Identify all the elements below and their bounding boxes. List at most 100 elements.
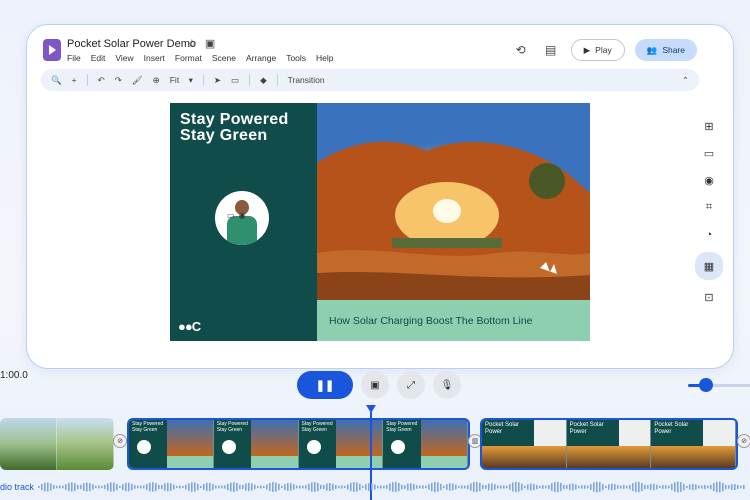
- redo-icon[interactable]: ↷: [115, 75, 122, 86]
- menu-edit[interactable]: Edit: [91, 53, 106, 63]
- zoom-slider-track[interactable]: [712, 384, 750, 387]
- waveform-bar: [128, 482, 130, 492]
- slide-canvas[interactable]: Stay Powered Stay Green ▭ ◉ ●●C How Sola…: [170, 103, 590, 341]
- waveform-bar: [557, 481, 559, 493]
- shapes-icon[interactable]: ◔: [697, 225, 721, 244]
- image-gallery-icon[interactable]: ▦: [695, 252, 723, 280]
- record-dot-icon[interactable]: ◉: [239, 211, 246, 220]
- menu-file[interactable]: File: [67, 53, 81, 63]
- clip-thumbnail: Stay Powered Stay Green: [383, 420, 468, 468]
- transition-handle-icon[interactable]: ⊘: [737, 434, 750, 448]
- waveform-bar: [356, 482, 358, 492]
- waveform-bar: [191, 482, 193, 492]
- collapse-icon[interactable]: ⌃: [682, 75, 689, 86]
- waveform-bar: [203, 484, 205, 490]
- waveform-bar: [236, 482, 238, 492]
- waveform-bar: [599, 482, 601, 492]
- waveform-bar: [680, 482, 682, 492]
- add-voice-icon[interactable]: 🎙: [433, 371, 461, 399]
- cursor-icon[interactable]: ➤: [214, 75, 221, 86]
- camera-icon[interactable]: ▭: [227, 211, 235, 220]
- waveform-bar: [392, 482, 394, 492]
- waveform-bar: [413, 483, 415, 491]
- menu-view[interactable]: View: [115, 53, 133, 63]
- comments-icon[interactable]: ▤: [541, 40, 561, 60]
- comment-icon[interactable]: ▭: [231, 75, 239, 86]
- add-icon[interactable]: +: [72, 75, 77, 85]
- timeline[interactable]: ⊘ Stay Powered Stay Green Stay Powered Sta…: [0, 416, 750, 472]
- thumb-text-line1: Pocket Solar: [485, 422, 520, 428]
- fill-color-icon[interactable]: ◆: [260, 75, 267, 86]
- paint-format-icon[interactable]: 🖌: [132, 75, 143, 86]
- menu-help[interactable]: Help: [316, 53, 333, 63]
- menu-arrange[interactable]: Arrange: [246, 53, 276, 63]
- audio-waveform[interactable]: [38, 478, 750, 496]
- star-icon[interactable]: ☆: [187, 37, 197, 50]
- search-icon[interactable]: 🔍: [51, 75, 62, 86]
- waveform-bar: [326, 483, 328, 491]
- timeline-clip-title[interactable]: Pocket Solar Power Pocket Solar Power Pock…: [480, 418, 738, 470]
- thumb-text-line2: Stay Green: [386, 426, 412, 433]
- waveform-bar: [587, 485, 589, 489]
- slide-title[interactable]: Stay Powered Stay Green: [180, 112, 289, 144]
- slide-photo[interactable]: [317, 103, 590, 300]
- waveform-bar: [350, 482, 352, 492]
- waveform-bar: [260, 485, 262, 489]
- captions-icon[interactable]: ▣: [361, 371, 389, 399]
- waveform-bar: [284, 484, 286, 490]
- waveform-bar: [509, 484, 511, 490]
- waveform-bar: [305, 485, 307, 489]
- pause-button[interactable]: ❚❚: [297, 371, 353, 399]
- folder-icon[interactable]: ▣: [205, 37, 215, 50]
- app-logo-icon[interactable]: [43, 39, 61, 61]
- waveform-bar: [269, 483, 271, 491]
- timeline-clip-slide[interactable]: Stay Powered Stay Green Stay Powered Stay …: [127, 418, 470, 470]
- history-icon[interactable]: ⟲: [511, 40, 531, 60]
- resize-icon[interactable]: ⤢: [397, 371, 425, 399]
- waveform-bar: [323, 485, 325, 489]
- waveform-bar: [566, 485, 568, 489]
- waveform-bar: [590, 484, 592, 490]
- waveform-bar: [161, 484, 163, 490]
- waveform-bar: [605, 485, 607, 489]
- waveform-bar: [707, 485, 709, 489]
- waveform-bar: [65, 484, 67, 490]
- play-button[interactable]: ▶ Play: [570, 39, 625, 61]
- record-icon[interactable]: ◉: [697, 171, 721, 190]
- transition-button[interactable]: Transition: [288, 75, 325, 85]
- zoom-slider-knob[interactable]: [699, 378, 713, 392]
- waveform-bar: [299, 485, 301, 489]
- waveform-bar: [596, 481, 598, 493]
- waveform-bar: [419, 485, 421, 489]
- waveform-bar: [365, 484, 367, 490]
- waveform-bar: [179, 485, 181, 489]
- insert-media-icon[interactable]: ⊞: [697, 117, 721, 136]
- menu-tools[interactable]: Tools: [286, 53, 306, 63]
- menu-format[interactable]: Format: [175, 53, 202, 63]
- waveform-bar: [518, 482, 520, 492]
- add-image-icon[interactable]: ⊡: [697, 288, 721, 307]
- folder-icon[interactable]: ▭: [697, 144, 721, 163]
- slide-caption[interactable]: How Solar Charging Boost The Bottom Line: [317, 300, 590, 341]
- waveform-bar: [206, 482, 208, 492]
- clip-thumbnail: Pocket Solar Power: [482, 420, 567, 468]
- zoom-select[interactable]: Fit ▾: [170, 75, 193, 86]
- waveform-bar: [464, 485, 466, 489]
- zoom-icon[interactable]: ⊕: [153, 75, 160, 86]
- waveform-bar: [401, 484, 403, 490]
- transition-handle-icon[interactable]: ⊘: [113, 434, 127, 448]
- share-button[interactable]: 👥 Share: [634, 39, 697, 61]
- document-title[interactable]: Pocket Solar Power Demo: [67, 38, 196, 50]
- waveform-bar: [665, 485, 667, 489]
- waveform-bar: [416, 485, 418, 489]
- menu-insert[interactable]: Insert: [144, 53, 165, 63]
- timeline-clip-landscape[interactable]: [0, 418, 114, 470]
- thumb-text-line2: Stay Green: [216, 426, 243, 433]
- presenter-body: [227, 216, 257, 245]
- waveform-bar: [116, 483, 118, 491]
- thumb-text-line2: Power: [569, 428, 587, 435]
- crop-icon[interactable]: ⌗: [697, 198, 721, 217]
- undo-icon[interactable]: ↶: [98, 75, 105, 86]
- menu-scene[interactable]: Scene: [212, 53, 236, 63]
- presenter-avatar[interactable]: ▭ ◉: [215, 191, 269, 245]
